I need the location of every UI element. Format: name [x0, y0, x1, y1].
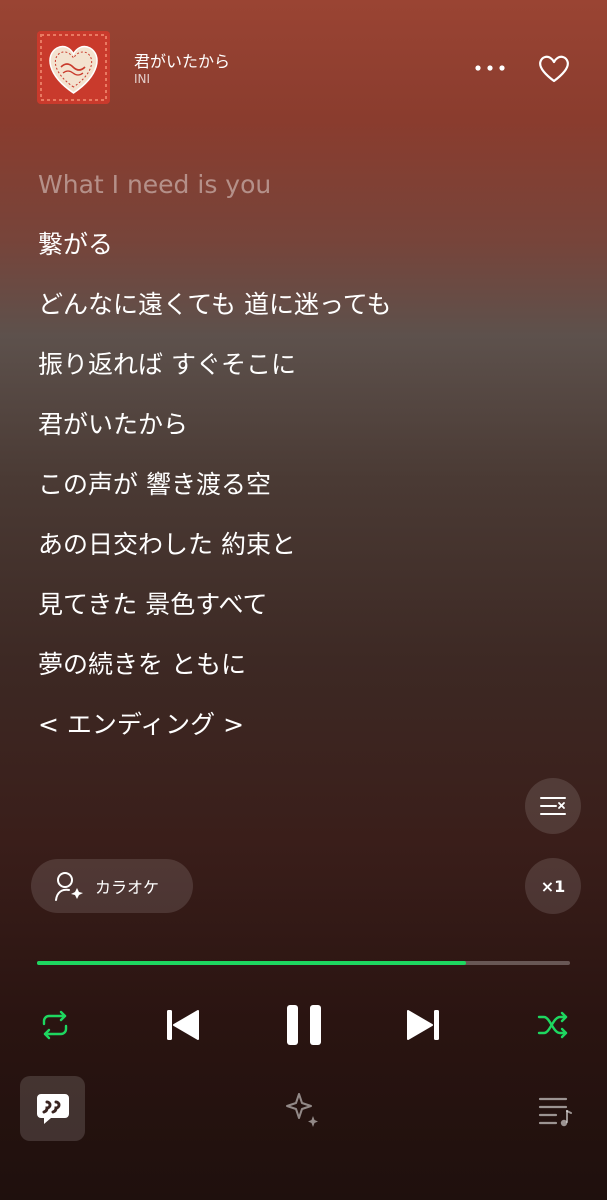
lyric-line[interactable]: 見てきた 景色すべて: [38, 587, 578, 647]
repeat-icon: [42, 1010, 68, 1040]
karaoke-button[interactable]: カラオケ: [31, 859, 193, 913]
next-button[interactable]: [402, 1003, 446, 1047]
heart-outline-icon: [539, 55, 569, 83]
more-dots-icon: [475, 65, 505, 71]
lyrics-panel[interactable]: What I need is you 繋がる どんなに遠くても 道に迷っても 振…: [38, 167, 578, 767]
shuffle-icon: [537, 1011, 568, 1039]
playback-speed-button[interactable]: ×1: [525, 858, 581, 914]
repeat-button[interactable]: [38, 1008, 72, 1042]
track-title[interactable]: 君がいたから: [134, 48, 230, 72]
lyric-line[interactable]: 君がいたから: [38, 407, 578, 467]
lyric-line[interactable]: この声が 響き渡る空: [38, 467, 578, 527]
queue-button[interactable]: [536, 1093, 574, 1127]
karaoke-label: カラオケ: [95, 878, 160, 897]
album-art-icon: [37, 31, 110, 104]
skip-previous-icon: [167, 1010, 199, 1040]
lyric-line[interactable]: どんなに遠くても 道に迷っても: [38, 287, 578, 347]
more-options-button[interactable]: [471, 56, 509, 80]
ai-sparkle-button[interactable]: [283, 1090, 323, 1130]
queue-music-icon: [538, 1097, 572, 1127]
lyric-line[interactable]: 繋がる: [38, 227, 578, 287]
lyric-line[interactable]: 振り返れば すぐそこに: [38, 347, 578, 407]
progress-fill: [37, 961, 467, 965]
pause-icon: [287, 1005, 321, 1045]
lyrics-tab-button[interactable]: [20, 1076, 85, 1141]
previous-button[interactable]: [160, 1003, 204, 1047]
microphone-person-icon: [55, 872, 83, 901]
quote-bubble-icon: [36, 1093, 69, 1124]
lyric-line[interactable]: < エンディング >: [38, 707, 578, 767]
lyric-line[interactable]: What I need is you: [38, 167, 578, 227]
album-cover[interactable]: [37, 31, 110, 104]
progress-bar[interactable]: [37, 961, 570, 965]
hide-lyrics-button[interactable]: [525, 778, 581, 834]
sparkle-icon: [286, 1093, 318, 1127]
track-artist[interactable]: INI: [134, 72, 150, 86]
lyric-line[interactable]: あの日交わした 約束と: [38, 527, 578, 587]
lyric-line[interactable]: 夢の続きを ともに: [38, 647, 578, 707]
list-close-icon: [540, 797, 566, 815]
shuffle-button[interactable]: [536, 1008, 570, 1042]
pause-button[interactable]: [279, 1000, 329, 1050]
like-button[interactable]: [537, 53, 571, 85]
skip-next-icon: [407, 1010, 439, 1040]
